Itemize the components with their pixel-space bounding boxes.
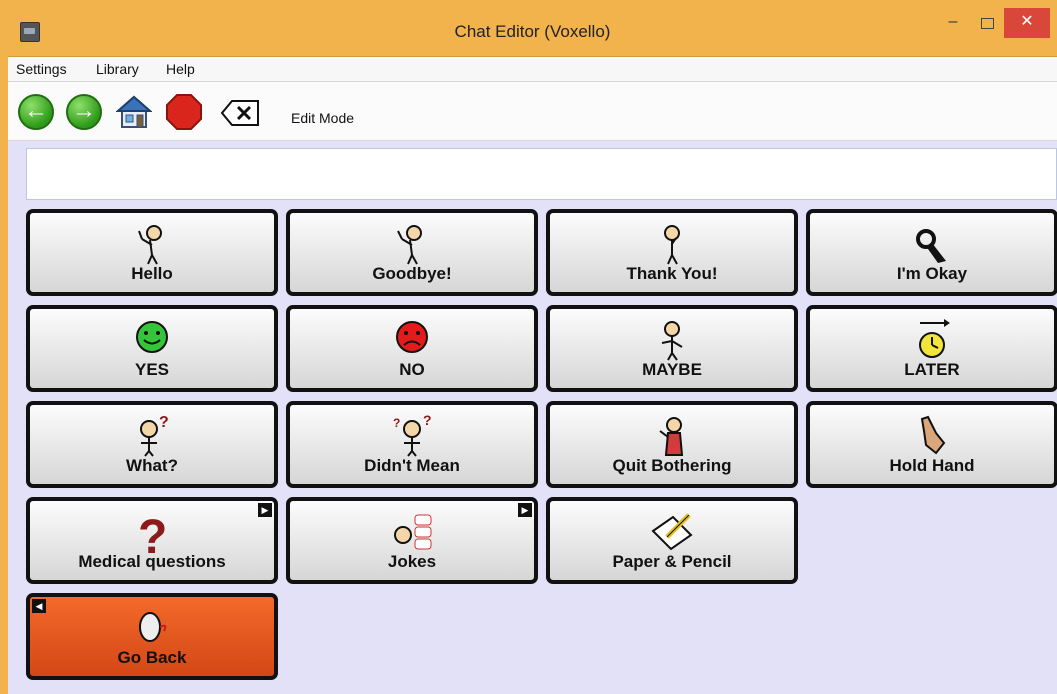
tile-label: Quit Bothering [612,456,732,475]
thank-you-person-icon [550,221,794,265]
svg-text:?: ? [159,414,169,431]
svg-text:?: ? [393,416,400,430]
tile-go-back[interactable]: ◀ Go Back [26,593,278,680]
tile-im-okay[interactable]: I'm Okay [806,209,1057,296]
red-frowny-icon [290,317,534,361]
tile-quit-bothering[interactable]: Quit Bothering [546,401,798,488]
toolbar: ← → Edit Mode [8,82,1057,141]
tile-label: Paper & Pencil [612,552,732,571]
tile-label: YES [134,360,170,379]
minimize-button[interactable]: – [936,8,970,38]
tile-label: NO [399,360,425,379]
tile-goodbye[interactable]: Goodbye! [286,209,538,296]
home-button[interactable] [115,94,153,130]
tile-label: Jokes [387,552,437,571]
menu-library[interactable]: Library [96,61,139,77]
tile-label: MAYBE [642,360,702,379]
tile-maybe[interactable]: MAYBE [546,305,798,392]
tile-didnt-mean[interactable]: ?? Didn't Mean [286,401,538,488]
maximize-icon [980,18,994,29]
phrase-grid: Hello Goodbye! Thank You! I'm Okay YES N… [26,209,1057,694]
tile-later[interactable]: LATER [806,305,1057,392]
tile-hello[interactable]: Hello [26,209,278,296]
question-mark-icon: ? [30,509,274,564]
forward-button[interactable]: → [66,94,102,130]
tile-label: LATER [904,360,960,379]
questioning-person-icon: ? [30,413,274,457]
ok-hand-icon [810,221,1054,265]
home-icon [115,95,153,128]
stop-bothering-person-icon [550,413,794,457]
tile-what[interactable]: ? What? [26,401,278,488]
tile-label: Hold Hand [889,456,975,475]
app-window: Chat Editor (Voxello) – ✕ Settings Libra… [8,8,1057,694]
waving-goodbye-person-icon [290,221,534,265]
tile-label: Didn't Mean [364,456,460,475]
tile-medical-questions[interactable]: ▶ ? Medical questions [26,497,278,584]
close-button[interactable]: ✕ [1004,8,1050,38]
tile-hold-hand[interactable]: Hold Hand [806,401,1057,488]
svg-text:?: ? [423,413,432,428]
stop-sign-icon [166,94,202,130]
forward-arrow-icon: → [66,94,102,130]
tile-thank-you[interactable]: Thank You! [546,209,798,296]
clock-arrow-icon [810,317,1054,361]
menu-bar: Settings Library Help [8,57,1057,82]
holding-hands-icon [810,413,1054,457]
tile-label: Medical questions [78,552,226,571]
maximize-button[interactable] [970,8,1004,38]
confused-person-icon: ?? [290,412,534,457]
tile-yes[interactable]: YES [26,305,278,392]
backspace-clear-icon [220,100,259,126]
clear-button[interactable] [220,94,259,130]
edit-mode-toggle[interactable]: Edit Mode [291,110,354,126]
menu-help[interactable]: Help [166,61,195,77]
tile-label: Goodbye! [372,264,452,283]
title-bar: Chat Editor (Voxello) – ✕ [8,8,1057,57]
paper-pencil-icon [550,509,794,553]
tile-label: Go Back [117,648,187,667]
tile-jokes[interactable]: ▶ Jokes [286,497,538,584]
tile-label: Thank You! [626,264,718,283]
message-input[interactable] [26,148,1057,200]
menu-settings[interactable]: Settings [16,61,67,77]
waving-person-icon [30,221,274,265]
stop-button[interactable] [166,94,202,130]
back-arrow-icon: ← [18,94,54,130]
jokes-face-icon [290,509,534,553]
tile-label: What? [126,456,178,475]
tile-label: Hello [131,264,173,283]
tile-label: I'm Okay [896,264,968,283]
go-back-icon [30,605,274,649]
back-button[interactable]: ← [18,94,54,130]
window-title: Chat Editor (Voxello) [454,22,611,41]
shrugging-person-icon [550,317,794,361]
tile-paper-pencil[interactable]: Paper & Pencil [546,497,798,584]
tile-no[interactable]: NO [286,305,538,392]
svg-text:?: ? [138,511,167,557]
green-smiley-icon [30,317,274,361]
